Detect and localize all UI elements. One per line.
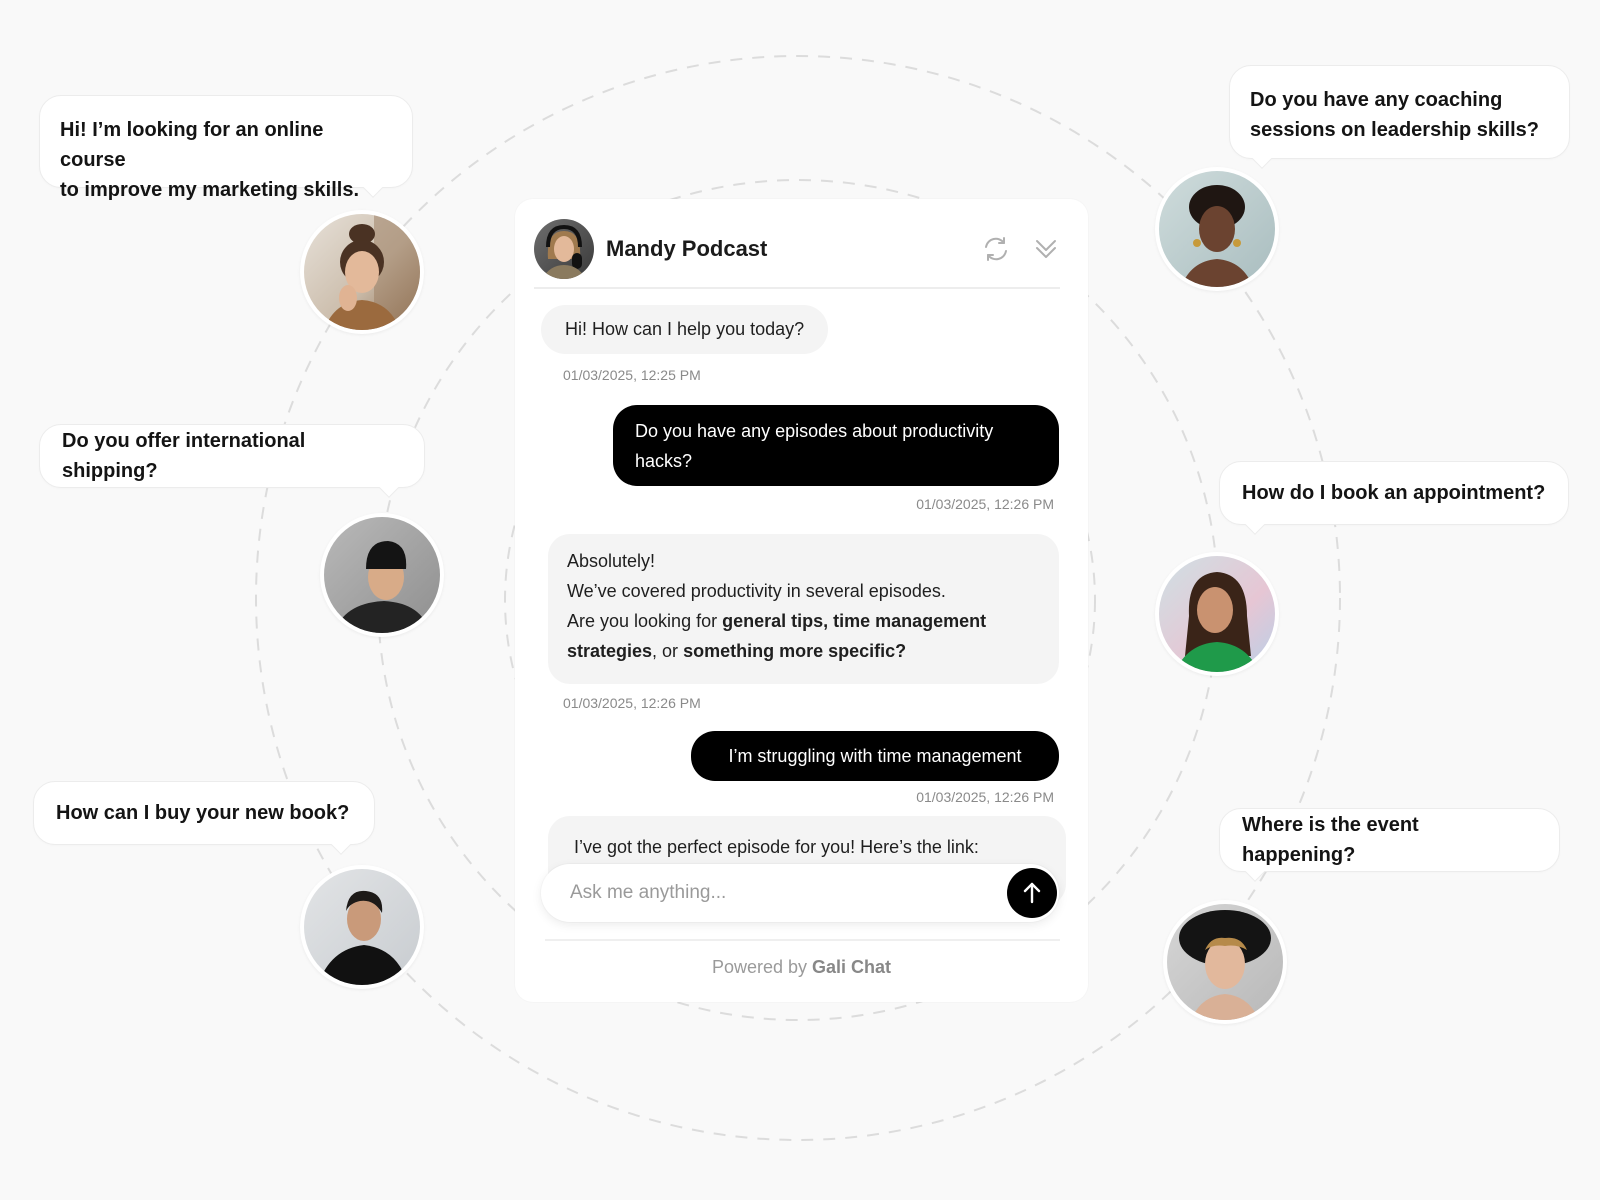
bot-message: Hi! How can I help you today?: [541, 305, 829, 354]
message-composer: [541, 864, 1059, 922]
question-text: How can I buy your new book?: [56, 802, 350, 824]
man-beanie-avatar: [320, 513, 444, 637]
woman-curly-hair-avatar: [1155, 167, 1279, 291]
message-timestamp: 01/03/2025, 12:26 PM: [916, 496, 1054, 512]
woman-smiling-avatar: [1155, 552, 1279, 676]
floating-question-bubble: How can I buy your new book?: [33, 781, 375, 855]
message-timestamp: 01/03/2025, 12:26 PM: [563, 695, 701, 711]
man-turtleneck-avatar: [300, 865, 424, 989]
floating-question-bubble: Hi! I’m looking for an online course to …: [39, 95, 413, 201]
message-text: Do you have any episodes about productiv…: [635, 421, 994, 441]
question-text: How do I book an appointment?: [1242, 482, 1546, 504]
message-text: hacks?: [635, 451, 693, 471]
chat-widget: Mandy Podcast Hi! How can I help you tod…: [515, 199, 1088, 1002]
woman-hair-bun-avatar: [300, 210, 424, 334]
message-text: Are you looking for general tips, time m…: [567, 611, 987, 631]
floating-question-bubble: How do I book an appointment?: [1219, 461, 1569, 535]
message-text: I’m struggling with time management: [728, 746, 1022, 766]
message-timestamp: 01/03/2025, 12:26 PM: [916, 789, 1054, 805]
question-text: Do you have any coaching: [1250, 89, 1503, 111]
send-button[interactable]: [1007, 868, 1057, 918]
footer-divider: [545, 939, 1060, 941]
message-text: We’ve covered productivity in several ep…: [567, 581, 946, 601]
question-text: to improve my marketing skills.: [60, 179, 359, 201]
floating-question-bubble: Do you have any coaching sessions on lea…: [1229, 65, 1570, 169]
message-input[interactable]: [570, 882, 1007, 904]
question-text: Hi! I’m looking for an online course: [60, 119, 324, 171]
arrow-up-icon: [1023, 882, 1041, 904]
message-timestamp: 01/03/2025, 12:25 PM: [563, 367, 701, 383]
man-hat-avatar: [1163, 900, 1287, 1024]
message-text: Absolutely!: [567, 551, 656, 571]
question-text: sessions on leadership skills?: [1250, 119, 1540, 141]
brand-link[interactable]: Gali Chat: [812, 957, 891, 977]
powered-by: Powered by Gali Chat: [711, 957, 892, 977]
message-text: Hi! How can I help you today?: [565, 319, 805, 339]
bot-message: Absolutely! We’ve covered productivity i…: [548, 534, 1059, 684]
message-text: I’ve got the perfect episode for you! He…: [574, 837, 979, 857]
question-text: Where is the event happening?: [1242, 814, 1419, 866]
user-message: Do you have any episodes about productiv…: [613, 405, 1059, 486]
stage: Hi! I’m looking for an online course to …: [0, 0, 1600, 1200]
question-text: Do you offer international shipping?: [62, 430, 306, 482]
floating-question-bubble: Where is the event happening?: [1219, 808, 1560, 882]
user-message: I’m struggling with time management: [691, 731, 1059, 781]
floating-question-bubble: Do you offer international shipping?: [39, 424, 425, 498]
message-text: strategies, or something more specific?: [567, 641, 907, 661]
